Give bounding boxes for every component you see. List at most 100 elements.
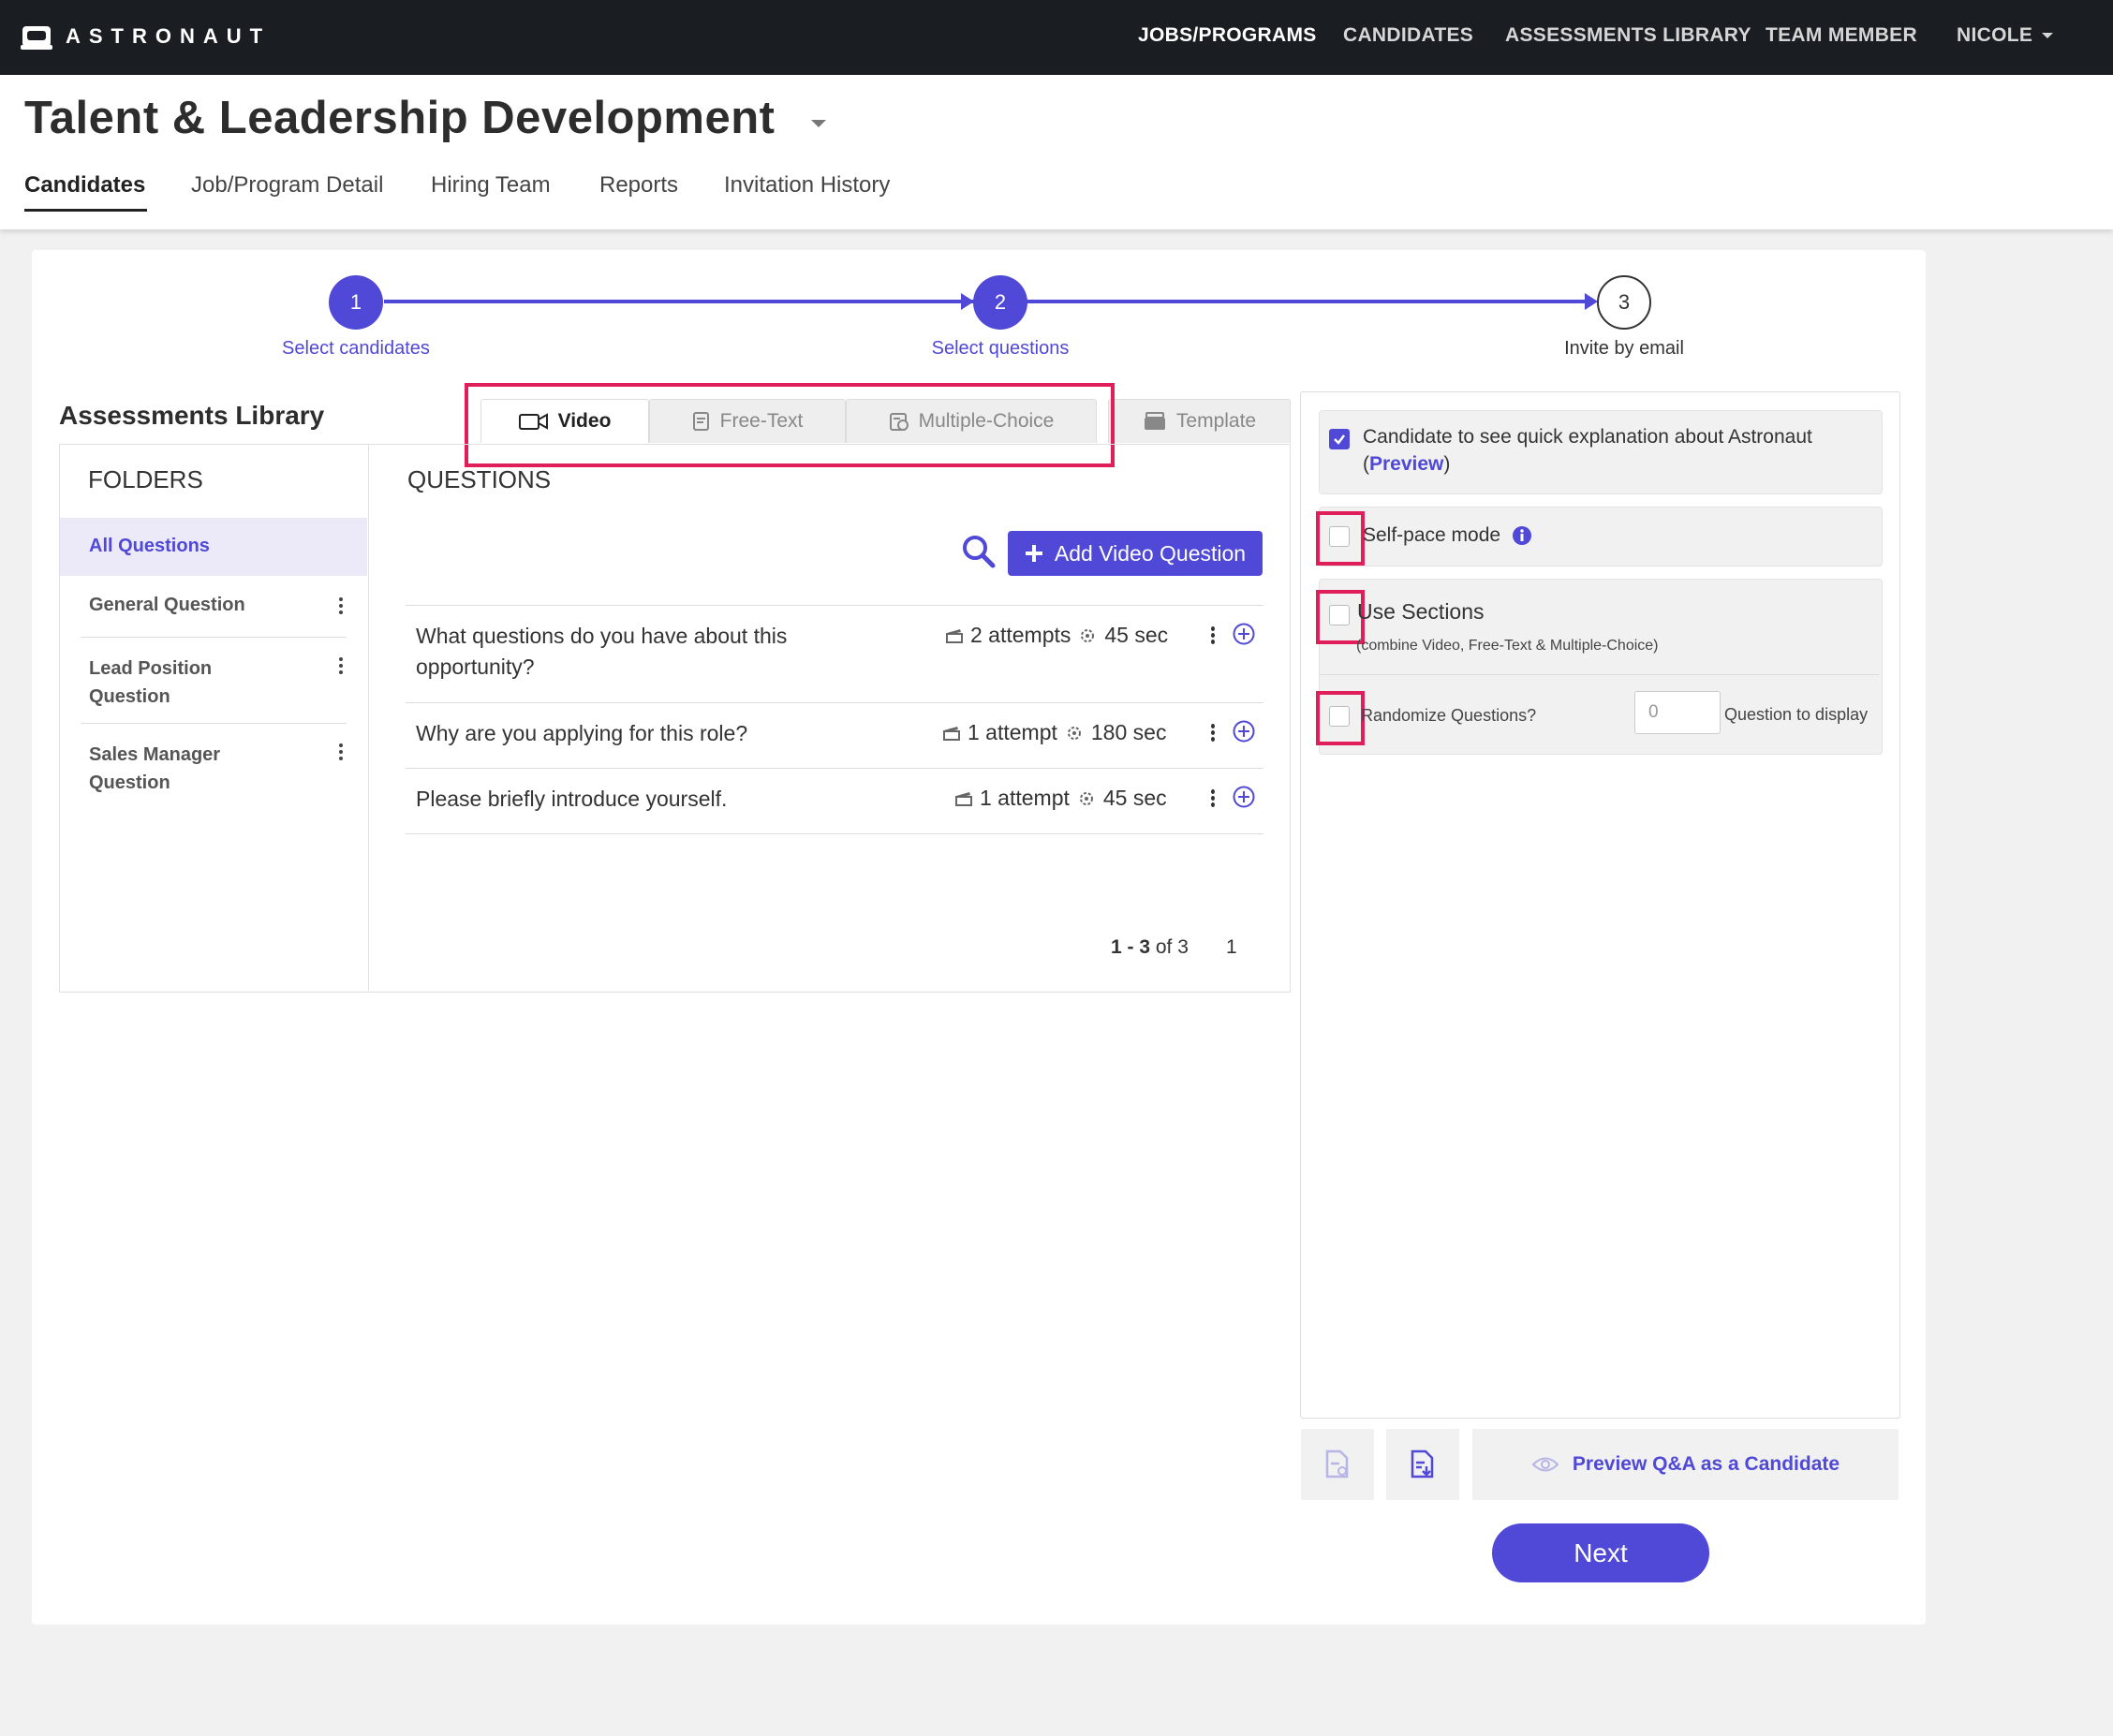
folder-sales-manager-question[interactable]: Sales Manager Question <box>60 727 367 809</box>
add-question-plus-icon[interactable] <box>1233 786 1255 808</box>
stepper-line-2 <box>1027 300 1588 303</box>
question-text: Why are you applying for this role? <box>416 721 748 745</box>
explanation-checkbox[interactable] <box>1329 429 1350 449</box>
question-to-display-label: Question to display <box>1724 705 1869 724</box>
timer-icon <box>1079 791 1093 805</box>
tab-invitation-history[interactable]: Invitation History <box>724 172 890 199</box>
check-icon <box>1334 434 1345 445</box>
folders-heading: FOLDERS <box>88 465 203 493</box>
preview-link[interactable]: Preview <box>1369 453 1443 475</box>
page-header: Talent & Leadership Development Candidat… <box>0 75 2113 229</box>
option-divider <box>1320 674 1880 675</box>
export-document-button[interactable] <box>1301 1429 1374 1500</box>
clapperboard-icon <box>955 791 972 806</box>
question-divider <box>406 833 1263 834</box>
stepper-arrow-2 <box>1585 293 1598 310</box>
step-1-circle: 1 <box>329 275 383 330</box>
preview-paren-close: ) <box>1443 453 1451 475</box>
plus-icon <box>1025 545 1042 562</box>
folder-general-question[interactable]: General Question <box>60 581 367 637</box>
search-icon[interactable] <box>961 534 997 569</box>
timer-icon <box>1067 726 1081 740</box>
astronaut-logo[interactable]: ASTRONAUT <box>21 22 271 51</box>
question-meta: 2 attempts 45 sec <box>946 623 1168 648</box>
download-document-button[interactable] <box>1386 1429 1459 1500</box>
template-box-icon <box>1144 412 1165 430</box>
step-3-label: Invite by email <box>1564 338 1684 359</box>
step-1-label: Select candidates <box>282 338 430 359</box>
tab-reports[interactable]: Reports <box>599 172 678 199</box>
pagination-summary: 1 - 3 of 3 <box>1111 936 1189 959</box>
folder-divider <box>81 723 347 724</box>
add-video-question-label: Add Video Question <box>1054 540 1247 566</box>
preview-paren-open: ( <box>1363 453 1369 475</box>
folder-label: Sales Manager Question <box>89 744 221 793</box>
user-menu[interactable]: NICOLE <box>1957 24 2054 47</box>
question-time: 45 sec <box>1102 786 1167 810</box>
info-icon[interactable] <box>1512 525 1532 546</box>
title-dropdown-icon[interactable] <box>811 120 826 127</box>
question-row[interactable]: Please briefly introduce yourself. 1 att… <box>406 769 1263 833</box>
stepper-arrow-1 <box>961 293 974 310</box>
nav-candidates[interactable]: CANDIDATES <box>1343 24 1473 47</box>
nav-jobs-programs[interactable]: JOBS/PROGRAMS <box>1138 24 1317 47</box>
question-attempts: 1 attempt <box>968 720 1057 744</box>
nav-assessments-library[interactable]: ASSESSMENTS LIBRARY <box>1505 24 1751 47</box>
step-2-label: Select questions <box>931 338 1070 359</box>
folder-divider <box>81 637 347 638</box>
pagination-total: of 3 <box>1155 936 1189 958</box>
question-attempts: 2 attempts <box>970 623 1071 647</box>
tab-hiring-team[interactable]: Hiring Team <box>431 172 551 199</box>
folder-lead-position-question[interactable]: Lead Position Question <box>60 640 367 723</box>
add-question-plus-icon[interactable] <box>1233 720 1255 743</box>
tab-template-label: Template <box>1175 410 1257 432</box>
question-menu-icon[interactable] <box>1211 724 1215 743</box>
question-attempts: 1 attempt <box>980 786 1070 810</box>
folder-label: General Question <box>89 595 245 615</box>
next-button[interactable]: Next <box>1492 1523 1709 1582</box>
question-row[interactable]: Why are you applying for this role? 1 at… <box>406 703 1263 768</box>
question-meta: 1 attempt 45 sec <box>955 786 1167 811</box>
document-edit-icon <box>1325 1449 1349 1479</box>
folder-label: Lead Position Question <box>89 658 213 707</box>
timer-icon <box>1081 628 1095 642</box>
nav-team-member[interactable]: TEAM MEMBER <box>1766 24 1917 47</box>
stepper-line-1 <box>384 300 983 303</box>
folder-menu-icon[interactable] <box>339 597 343 617</box>
question-menu-icon[interactable] <box>1211 789 1215 809</box>
explanation-label: Candidate to see quick explanation about… <box>1363 426 1812 448</box>
page-number-button[interactable]: 1 <box>1226 936 1237 959</box>
clapperboard-icon <box>943 726 960 741</box>
randomize-label: Randomize Questions? <box>1361 706 1537 725</box>
folder-label: All Questions <box>89 536 210 556</box>
tab-job-program-detail[interactable]: Job/Program Detail <box>191 172 383 199</box>
add-question-plus-icon[interactable] <box>1233 623 1255 645</box>
folder-menu-icon[interactable] <box>339 657 343 677</box>
active-tab-underline <box>24 209 147 212</box>
self-pace-label: Self-pace mode <box>1363 524 1501 546</box>
document-download-icon <box>1411 1449 1434 1479</box>
helmet-icon <box>21 26 52 50</box>
questions-heading: QUESTIONS <box>407 465 552 493</box>
question-row[interactable]: What questions do you have about this op… <box>406 606 1263 702</box>
library-title: Assessments Library <box>59 401 325 430</box>
folder-all-questions[interactable]: All Questions <box>60 518 367 576</box>
folder-menu-icon[interactable] <box>339 743 343 763</box>
tab-template[interactable]: Template <box>1108 399 1291 443</box>
use-sections-note: (combine Video, Free-Text & Multiple-Cho… <box>1356 638 1659 654</box>
preview-as-candidate-button[interactable]: Preview Q&A as a Candidate <box>1472 1429 1899 1500</box>
questions-to-display-input[interactable] <box>1634 691 1721 734</box>
user-name: NICOLE <box>1957 24 2033 46</box>
randomize-highlight <box>1316 691 1365 745</box>
step-3-circle: 3 <box>1597 275 1651 330</box>
eye-icon <box>1531 1457 1559 1472</box>
page-title: Talent & Leadership Development <box>24 93 776 143</box>
question-menu-icon[interactable] <box>1211 626 1215 646</box>
add-video-question-button[interactable]: Add Video Question <box>1008 531 1263 576</box>
tab-candidates[interactable]: Candidates <box>24 172 145 199</box>
clapperboard-icon <box>946 628 963 643</box>
question-meta: 1 attempt 180 sec <box>943 720 1166 745</box>
use-sections-label: Use Sections <box>1357 599 1485 624</box>
self-pace-highlight <box>1316 511 1365 566</box>
question-time: 45 sec <box>1104 623 1169 647</box>
